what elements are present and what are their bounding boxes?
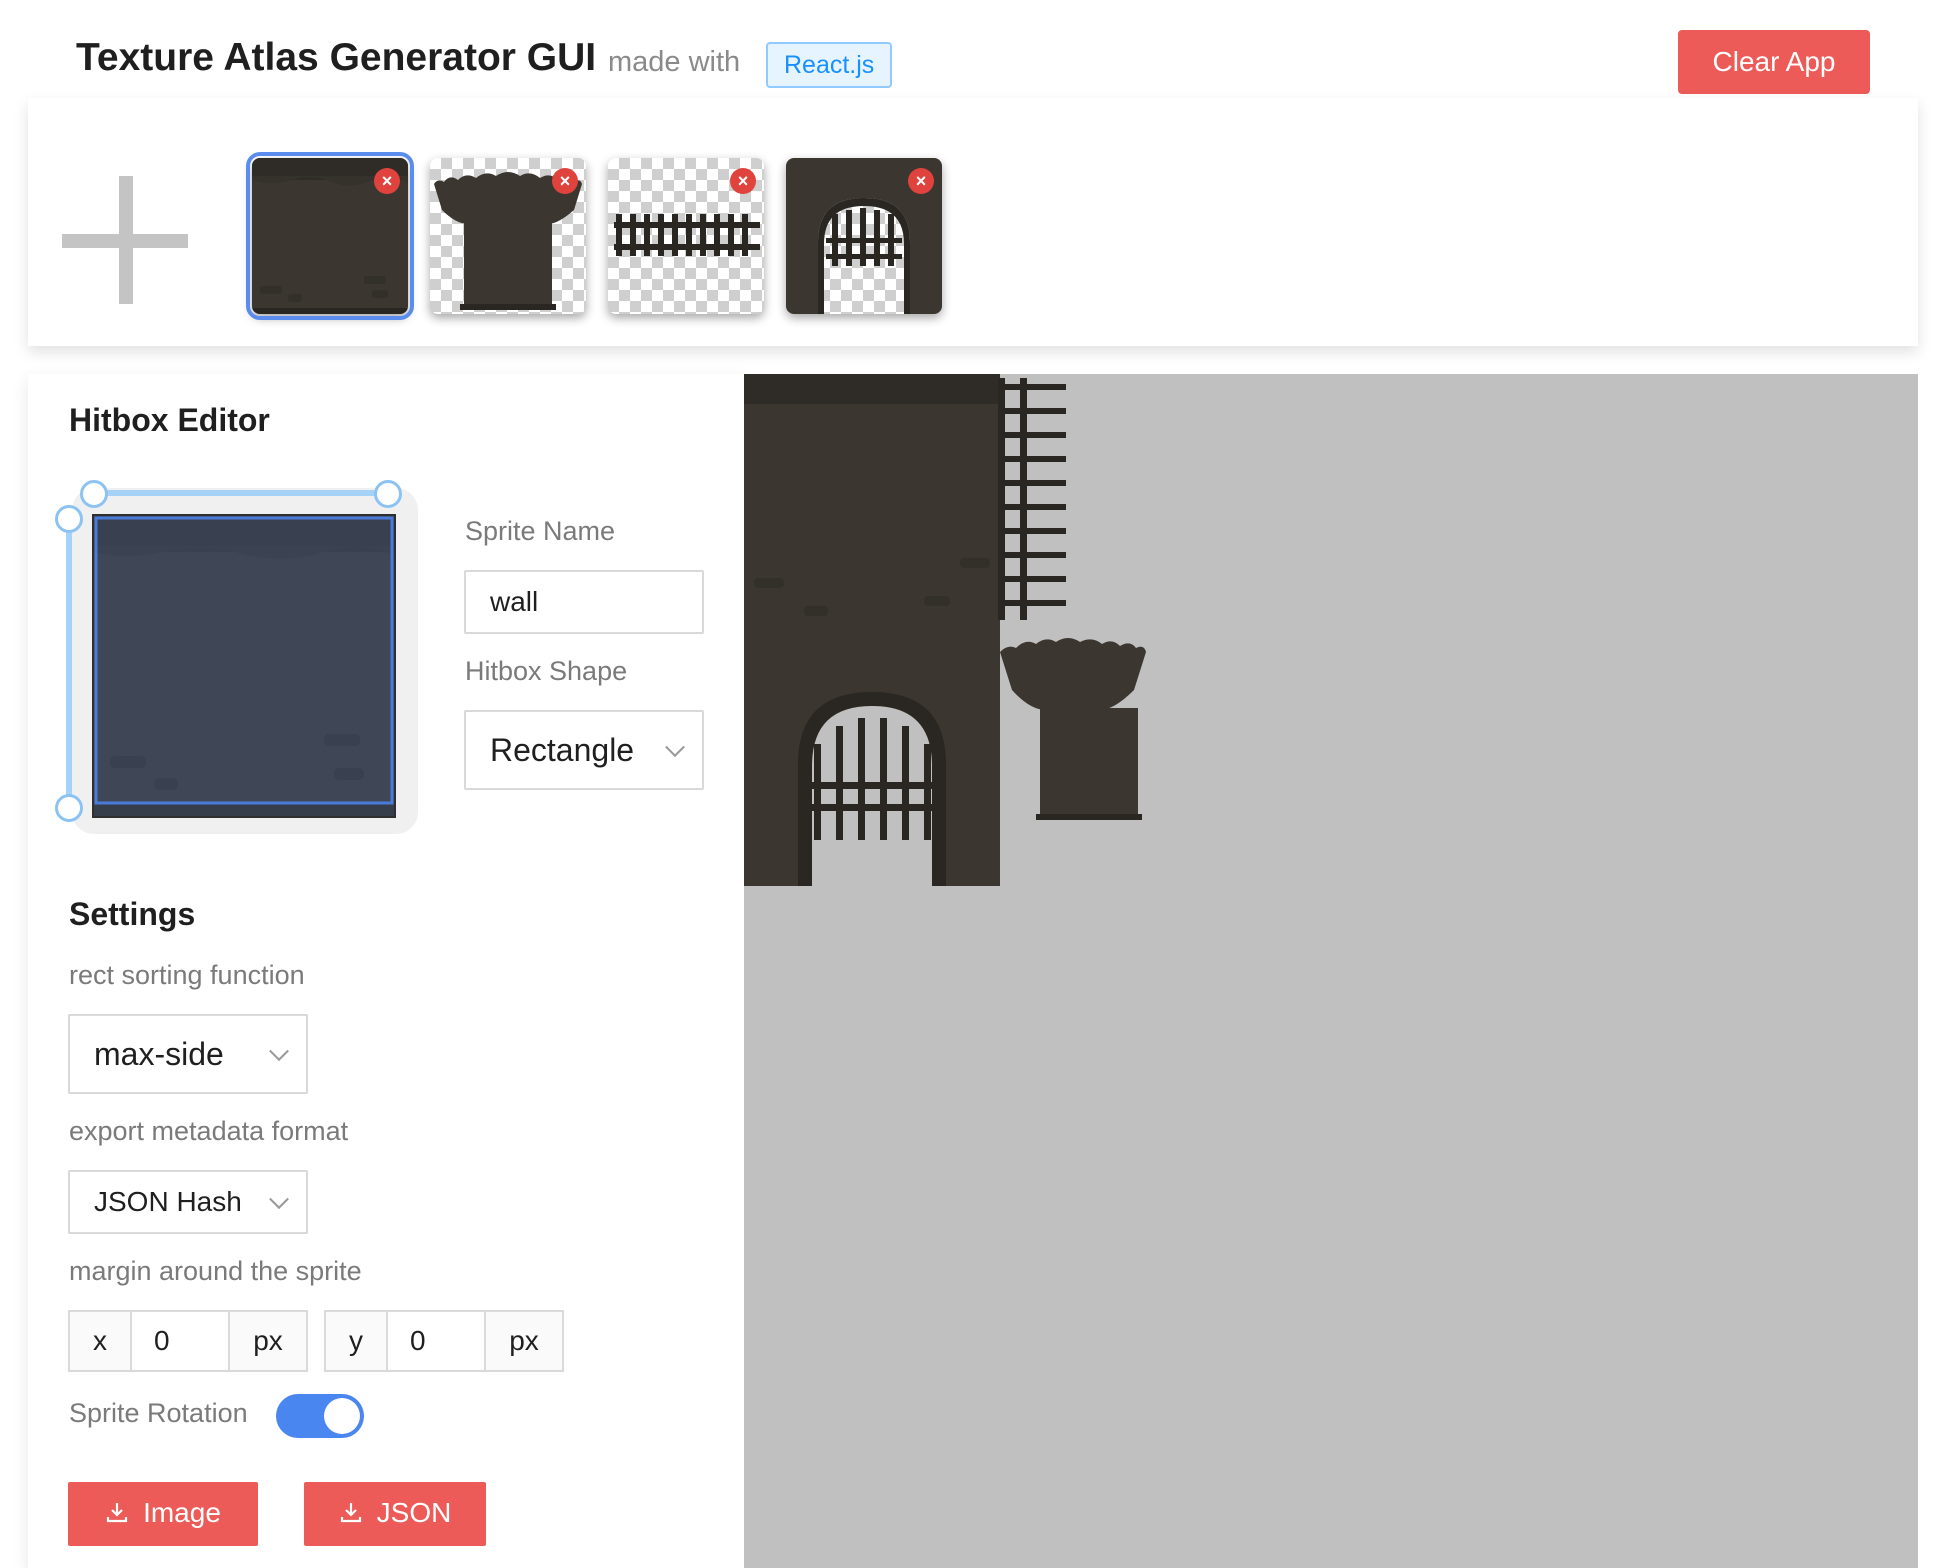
margin-label: margin around the sprite xyxy=(69,1256,362,1286)
hitbox-shape-label: Hitbox Shape xyxy=(465,656,628,686)
export-format-select[interactable]: JSON Hash xyxy=(68,1170,308,1234)
export-format-label: export metadata format xyxy=(69,1116,349,1146)
hitbox-left-edge[interactable] xyxy=(66,514,72,808)
sprite-name-input[interactable]: wall xyxy=(464,570,704,634)
settings-title: Settings xyxy=(69,896,196,932)
margin-x-suffix: px xyxy=(228,1310,308,1372)
remove-sprite-icon[interactable]: × xyxy=(552,168,578,194)
add-sprite-plus-icon[interactable] xyxy=(62,176,190,304)
hitbox-sprite-preview xyxy=(92,514,396,818)
margin-x-input[interactable]: 0 xyxy=(130,1310,230,1372)
atlas-preview-image xyxy=(744,374,1146,886)
chevron-down-icon xyxy=(269,1041,289,1062)
sprite-thumb-fence[interactable]: × xyxy=(608,158,764,314)
download-image-button[interactable]: Image xyxy=(68,1482,258,1546)
hitbox-shape-select[interactable]: Rectangle xyxy=(464,710,704,790)
export-format-value: JSON Hash xyxy=(94,1186,242,1217)
sprite-rotation-toggle[interactable] xyxy=(276,1394,364,1438)
chevron-down-icon xyxy=(269,1189,289,1210)
sprite-thumb-wall[interactable]: × xyxy=(246,152,414,320)
download-icon xyxy=(339,1499,363,1531)
remove-sprite-icon[interactable]: × xyxy=(730,168,756,194)
sorting-select[interactable]: max-side xyxy=(68,1014,308,1094)
sprite-strip: × × × × xyxy=(28,98,1918,346)
hitbox-shape-value: Rectangle xyxy=(490,732,635,768)
sorting-label: rect sorting function xyxy=(69,960,305,990)
made-with-label: made with xyxy=(608,46,741,78)
margin-y-input[interactable]: 0 xyxy=(386,1310,486,1372)
margin-y-suffix: px xyxy=(484,1310,564,1372)
app-title: Texture Atlas Generator GUI xyxy=(76,36,597,79)
sprite-name-label: Sprite Name xyxy=(465,516,616,546)
remove-sprite-icon[interactable]: × xyxy=(374,168,400,194)
atlas-preview-canvas xyxy=(744,374,1918,1568)
hitbox-handle-top-left[interactable] xyxy=(80,480,108,508)
framework-tag: React.js xyxy=(766,42,893,88)
hitbox-handle-top-right[interactable] xyxy=(374,480,402,508)
sprite-thumb-gate[interactable]: × xyxy=(786,158,942,314)
hitbox-handle-left-top[interactable] xyxy=(55,505,83,533)
download-icon xyxy=(105,1499,129,1531)
remove-sprite-icon[interactable]: × xyxy=(908,168,934,194)
margin-x-prefix: x xyxy=(68,1310,132,1372)
sprite-thumb-tower[interactable]: × xyxy=(430,158,586,314)
hitbox-top-edge[interactable] xyxy=(94,490,392,496)
hitbox-editor-title: Hitbox Editor xyxy=(69,402,270,438)
chevron-down-icon xyxy=(665,737,685,758)
clear-app-button[interactable]: Clear App xyxy=(1678,30,1870,94)
sorting-value: max-side xyxy=(94,1036,224,1072)
download-json-button[interactable]: JSON xyxy=(304,1482,486,1546)
download-json-label: JSON xyxy=(376,1497,452,1529)
sprite-rotation-label: Sprite Rotation xyxy=(69,1398,248,1428)
settings-panel: Hitbox Editor Sprite Name wall Hitbox Sh… xyxy=(28,374,744,1568)
hitbox-handle-bottom-left[interactable] xyxy=(55,794,83,822)
download-image-label: Image xyxy=(143,1497,221,1529)
margin-y-prefix: y xyxy=(324,1310,388,1372)
